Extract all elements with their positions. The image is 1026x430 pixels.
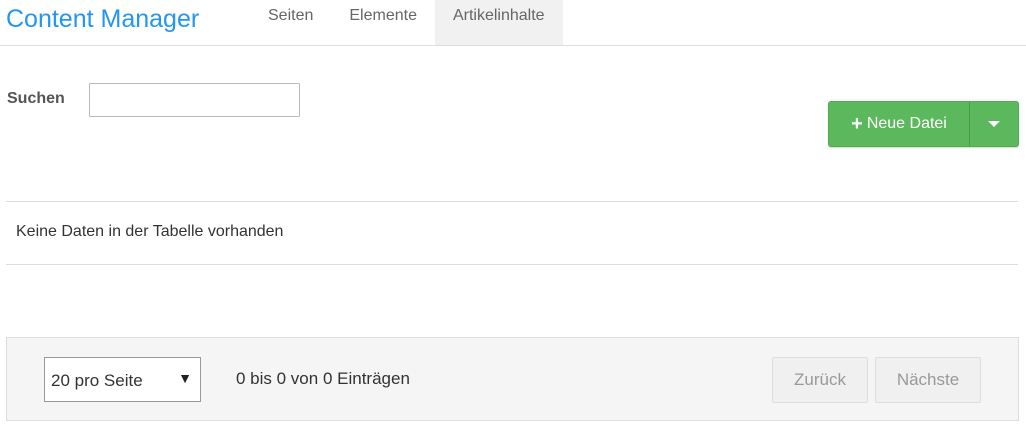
new-file-dropdown-toggle[interactable] bbox=[970, 101, 1019, 147]
top-navigation: Content Manager Seiten Elemente Artikeli… bbox=[0, 0, 1026, 46]
page-size-select[interactable]: 20 pro Seite ▼ bbox=[44, 357, 201, 402]
new-file-button[interactable]: + Neue Datei bbox=[828, 101, 970, 147]
data-table: Keine Daten in der Tabelle vorhanden bbox=[6, 201, 1018, 265]
page-size-value: 20 pro Seite bbox=[51, 371, 143, 390]
tab-bar: Seiten Elemente Artikelinhalte bbox=[250, 0, 563, 45]
pagination-footer: 20 pro Seite ▼ 0 bis 0 von 0 Einträgen Z… bbox=[6, 337, 1019, 421]
previous-page-button[interactable]: Zurück bbox=[772, 357, 868, 403]
empty-table-message: Keine Daten in der Tabelle vorhanden bbox=[16, 223, 284, 240]
tab-artikelinhalte[interactable]: Artikelinhalte bbox=[434, 0, 563, 45]
app-title[interactable]: Content Manager bbox=[6, 4, 199, 34]
search-input[interactable] bbox=[89, 83, 300, 117]
plus-icon: + bbox=[851, 113, 863, 135]
tab-elemente[interactable]: Elemente bbox=[331, 0, 435, 45]
next-page-button[interactable]: Nächste bbox=[875, 357, 981, 403]
tab-seiten[interactable]: Seiten bbox=[250, 0, 331, 45]
search-label: Suchen bbox=[7, 90, 65, 107]
pagination-info: 0 bis 0 von 0 Einträgen bbox=[236, 369, 410, 388]
dropdown-arrow-icon: ▼ bbox=[178, 370, 192, 386]
new-file-label: Neue Datei bbox=[866, 115, 947, 132]
new-file-button-group: + Neue Datei bbox=[828, 101, 1019, 147]
caret-down-icon bbox=[988, 121, 1000, 127]
